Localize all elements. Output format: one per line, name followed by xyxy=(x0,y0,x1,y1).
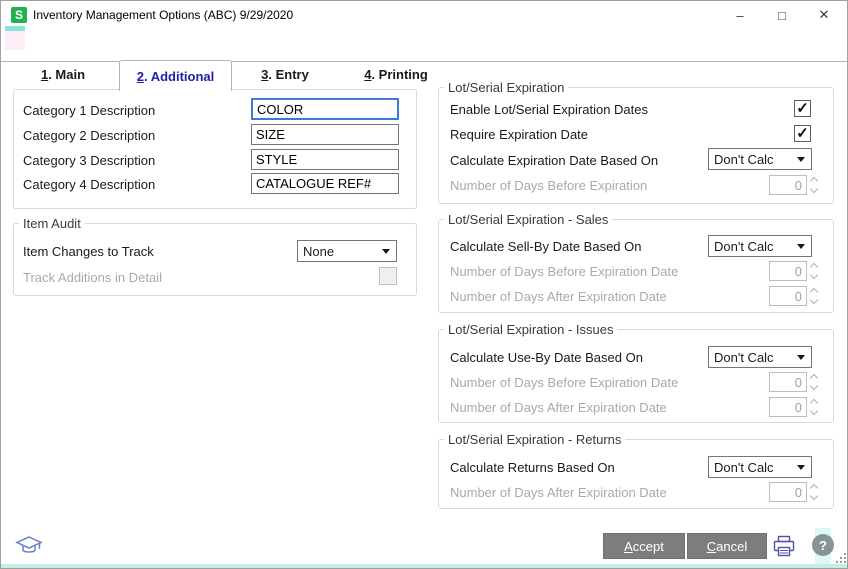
cancel-button-accel: C xyxy=(706,538,717,554)
spinner-arrows-icon xyxy=(808,261,820,281)
question-mark-icon: ? xyxy=(819,537,827,553)
calc-expiration-date-value: Don't Calc xyxy=(714,151,774,167)
calc-sell-by-label: Calculate Sell-By Date Based On xyxy=(450,239,642,254)
graduation-cap-icon xyxy=(15,536,43,553)
calc-sell-by-dropdown[interactable]: Don't Calc xyxy=(708,235,812,257)
spinner-arrows-icon xyxy=(808,397,820,417)
window-bottom-accent xyxy=(1,564,847,568)
accept-button-accel: A xyxy=(624,538,633,554)
chevron-down-icon xyxy=(382,249,390,254)
sales-days-after-field: 0 xyxy=(769,286,807,306)
item-changes-to-track-dropdown[interactable]: None xyxy=(297,240,397,262)
tab-printing[interactable]: 4. Printing xyxy=(337,61,455,87)
category-4-input[interactable] xyxy=(251,173,399,194)
tab-printing-label: . Printing xyxy=(371,66,428,82)
tab-main-label: . Main xyxy=(48,66,86,82)
calc-expiration-date-dropdown[interactable]: Don't Calc xyxy=(708,148,812,170)
sales-days-before-field: 0 xyxy=(769,261,807,281)
returns-days-after-field: 0 xyxy=(769,482,807,502)
chevron-down-icon xyxy=(797,465,805,470)
tab-additional[interactable]: 2. Additional xyxy=(119,60,232,91)
spinner-arrows-icon xyxy=(808,482,820,502)
days-before-expiration-field: 0 xyxy=(769,175,807,195)
spinner-arrows-icon xyxy=(808,372,820,392)
enable-expiration-dates-checkbox[interactable]: ✓ xyxy=(794,100,811,117)
calc-returns-dropdown[interactable]: Don't Calc xyxy=(708,456,812,478)
tab-additional-number: 2 xyxy=(136,68,144,84)
track-additions-in-detail-label: Track Additions in Detail xyxy=(23,270,162,285)
tab-main[interactable]: 1. Main xyxy=(9,61,117,87)
minimize-button[interactable]: – xyxy=(721,1,759,29)
calc-returns-label: Calculate Returns Based On xyxy=(450,460,615,475)
track-additions-in-detail-checkbox xyxy=(379,267,397,285)
check-icon: ✓ xyxy=(796,100,809,117)
sales-days-before-label: Number of Days Before Expiration Date xyxy=(450,264,679,279)
check-icon: ✓ xyxy=(796,125,809,142)
logo-letter: S xyxy=(14,8,23,22)
training-button[interactable] xyxy=(15,534,43,558)
item-changes-to-track-label: Item Changes to Track xyxy=(23,244,154,259)
tab-strip: 1. Main 2. Additional 3. Entry 4. Printi… xyxy=(1,29,847,91)
category-2-input[interactable] xyxy=(251,124,399,145)
enable-expiration-dates-label: Enable Lot/Serial Expiration Dates xyxy=(450,102,649,117)
window-title: Inventory Management Options (ABC) 9/29/… xyxy=(33,8,294,22)
returns-group-title: Lot/Serial Expiration - Returns xyxy=(444,432,626,447)
spinner-arrows-icon xyxy=(808,175,820,195)
cancel-button[interactable]: Cancel xyxy=(687,533,767,559)
inventory-management-options-window: S Inventory Management Options (ABC) 9/2… xyxy=(0,0,848,569)
resize-grip[interactable] xyxy=(840,557,842,559)
category-3-label: Category 3 Description xyxy=(23,153,156,168)
help-button[interactable]: ? xyxy=(812,534,834,556)
chevron-down-icon xyxy=(797,244,805,249)
category-2-label: Category 2 Description xyxy=(23,128,156,143)
printer-icon xyxy=(773,535,795,557)
accept-button[interactable]: Accept xyxy=(603,533,685,559)
calc-use-by-value: Don't Calc xyxy=(714,349,774,365)
calc-returns-value: Don't Calc xyxy=(714,459,774,475)
calc-use-by-label: Calculate Use-By Date Based On xyxy=(450,350,643,365)
tab-entry-label: . Entry xyxy=(268,66,309,82)
issues-days-before-field: 0 xyxy=(769,372,807,392)
sales-days-after-label: Number of Days After Expiration Date xyxy=(450,289,667,304)
sales-group-title: Lot/Serial Expiration - Sales xyxy=(444,212,613,227)
category-4-label: Category 4 Description xyxy=(23,177,156,192)
sage-logo-icon: S xyxy=(11,7,27,23)
category-3-input[interactable] xyxy=(251,149,399,170)
lot-serial-expiration-title: Lot/Serial Expiration xyxy=(444,80,569,95)
cancel-button-label: ancel xyxy=(716,538,748,554)
tab-entry-number: 3 xyxy=(261,66,269,82)
chevron-down-icon xyxy=(797,355,805,360)
print-button[interactable] xyxy=(772,535,796,557)
issues-days-after-field: 0 xyxy=(769,397,807,417)
issues-group-title: Lot/Serial Expiration - Issues xyxy=(444,322,618,337)
chevron-down-icon xyxy=(797,157,805,162)
item-changes-to-track-value: None xyxy=(303,243,335,259)
close-button[interactable]: ✕ xyxy=(805,1,843,29)
category-1-label: Category 1 Description xyxy=(23,103,156,118)
calc-use-by-dropdown[interactable]: Don't Calc xyxy=(708,346,812,368)
spinner-arrows-icon xyxy=(808,286,820,306)
tab-additional-label: . Additional xyxy=(143,68,215,84)
issues-days-after-label: Number of Days After Expiration Date xyxy=(450,400,667,415)
accept-button-label: ccept xyxy=(632,538,664,554)
tab-entry[interactable]: 3. Entry xyxy=(234,61,336,87)
maximize-button[interactable]: □ xyxy=(763,1,801,29)
item-audit-title: Item Audit xyxy=(19,216,85,231)
require-expiration-date-checkbox[interactable]: ✓ xyxy=(794,125,811,142)
days-before-expiration-label: Number of Days Before Expiration xyxy=(450,178,648,193)
calc-sell-by-value: Don't Calc xyxy=(714,238,774,254)
require-expiration-date-label: Require Expiration Date xyxy=(450,127,589,142)
issues-days-before-label: Number of Days Before Expiration Date xyxy=(450,375,679,390)
title-bar[interactable]: S Inventory Management Options (ABC) 9/2… xyxy=(1,1,847,29)
returns-days-after-label: Number of Days After Expiration Date xyxy=(450,485,667,500)
calc-expiration-date-label: Calculate Expiration Date Based On xyxy=(450,153,659,168)
tab-printing-number: 4 xyxy=(364,66,372,82)
tab-main-number: 1 xyxy=(40,66,49,82)
category-1-input[interactable] xyxy=(251,98,399,120)
